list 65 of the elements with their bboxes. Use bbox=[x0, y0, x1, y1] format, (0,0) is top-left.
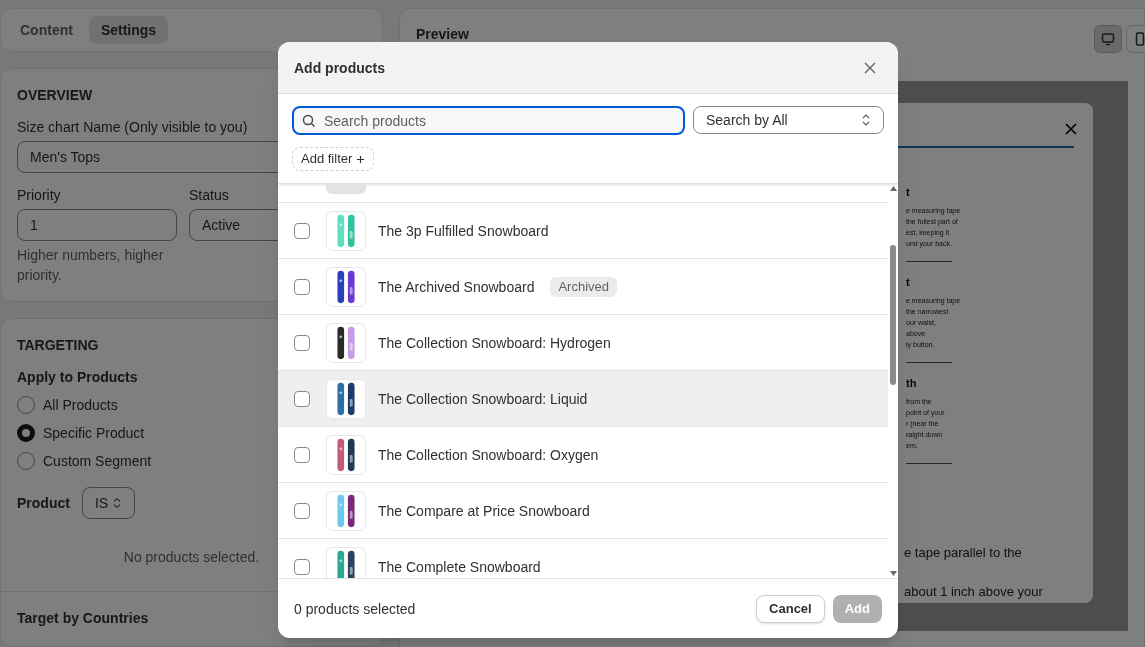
field-label: Priority bbox=[17, 186, 61, 205]
close-icon bbox=[864, 61, 876, 74]
selection-count: 0 products selected bbox=[294, 599, 416, 619]
priority-field[interactable]: 1 bbox=[17, 209, 177, 241]
product-name: The Collection Snowboard: Oxygen bbox=[378, 445, 599, 465]
radio-button[interactable] bbox=[17, 396, 35, 414]
checkbox[interactable] bbox=[294, 446, 310, 463]
plus-icon bbox=[356, 154, 366, 164]
section-heading: TARGETING bbox=[17, 336, 99, 355]
desktop-icon bbox=[1101, 32, 1115, 46]
dialog-title: Add products bbox=[294, 58, 385, 78]
product-row[interactable]: The 3p Fulfilled Snowboard bbox=[278, 203, 888, 259]
section-heading: OVERVIEW bbox=[17, 86, 93, 105]
mobile-icon bbox=[1133, 32, 1145, 46]
operator-select[interactable]: IS bbox=[81, 487, 136, 519]
chevron-up-down-icon bbox=[112, 497, 123, 509]
product-row[interactable]: The Collection Snowboard: Hydrogen bbox=[278, 315, 888, 371]
product-name: The Collection Snowboard: Liquid bbox=[378, 389, 588, 409]
field-label: Status bbox=[189, 186, 229, 205]
close-icon bbox=[1065, 123, 1077, 135]
add-filter-button[interactable]: Add filter bbox=[292, 147, 375, 171]
radio-label: Specific Product bbox=[43, 424, 145, 443]
measure-heading: th bbox=[906, 377, 918, 390]
status-badge: Archived bbox=[550, 276, 617, 297]
body-text: about 1 inch above your bbox=[904, 584, 1044, 599]
product-name: The Compare at Price Snowboard bbox=[378, 501, 590, 521]
search-by-select[interactable]: Search by All bbox=[693, 106, 884, 134]
search-icon bbox=[302, 114, 316, 128]
group-label: Apply to Products bbox=[17, 368, 139, 387]
radio-label: Custom Segment bbox=[43, 452, 152, 471]
checkbox[interactable] bbox=[294, 390, 310, 407]
measure-heading: t bbox=[906, 186, 911, 199]
product-name: The Archived Snowboard bbox=[378, 277, 535, 297]
tab[interactable]: Settings bbox=[88, 16, 169, 44]
checkbox[interactable] bbox=[294, 502, 310, 519]
field-label: Size chart Name (Only visible to you) bbox=[17, 118, 248, 137]
radio-button[interactable] bbox=[17, 424, 35, 442]
product-name: The Complete Snowboard bbox=[378, 557, 541, 577]
product-row[interactable]: The Archived Snowboard Archived bbox=[278, 259, 888, 315]
product-row[interactable]: The Collection Snowboard: Oxygen bbox=[278, 427, 888, 483]
radio-button[interactable] bbox=[17, 452, 35, 470]
checkbox[interactable] bbox=[294, 334, 310, 351]
product-row[interactable]: The Collection Snowboard: Liquid bbox=[278, 371, 888, 427]
section-heading: Target by Countries bbox=[17, 609, 149, 628]
empty-state-text: No products selected. bbox=[123, 548, 260, 567]
product-name: The 3p Fulfilled Snowboard bbox=[378, 221, 549, 241]
checkbox[interactable] bbox=[294, 222, 310, 239]
close-button[interactable] bbox=[1063, 121, 1079, 137]
device-toggle-button[interactable] bbox=[1094, 25, 1122, 53]
scrollbar[interactable] bbox=[888, 184, 898, 578]
product-row[interactable]: The Compare at Price Snowboard bbox=[278, 483, 888, 539]
scroll-down-arrow-icon bbox=[889, 571, 897, 576]
search-field[interactable]: Search products bbox=[292, 106, 685, 135]
cancel-button[interactable]: Cancel bbox=[756, 594, 825, 623]
field-label: Product bbox=[17, 494, 70, 513]
product-name: The Collection Snowboard: Hydrogen bbox=[378, 333, 611, 353]
measure-heading: t bbox=[906, 276, 911, 289]
body-text: e tape parallel to the bbox=[904, 545, 1023, 560]
checkbox[interactable] bbox=[294, 278, 310, 295]
scroll-up-arrow-icon bbox=[889, 186, 897, 191]
checkbox[interactable] bbox=[294, 558, 310, 575]
radio-label: All Products bbox=[43, 396, 118, 415]
help-text: Higher numbers, higher priority. bbox=[17, 246, 165, 285]
chevron-up-down-icon bbox=[861, 113, 871, 127]
panel-title: Preview bbox=[416, 26, 469, 42]
